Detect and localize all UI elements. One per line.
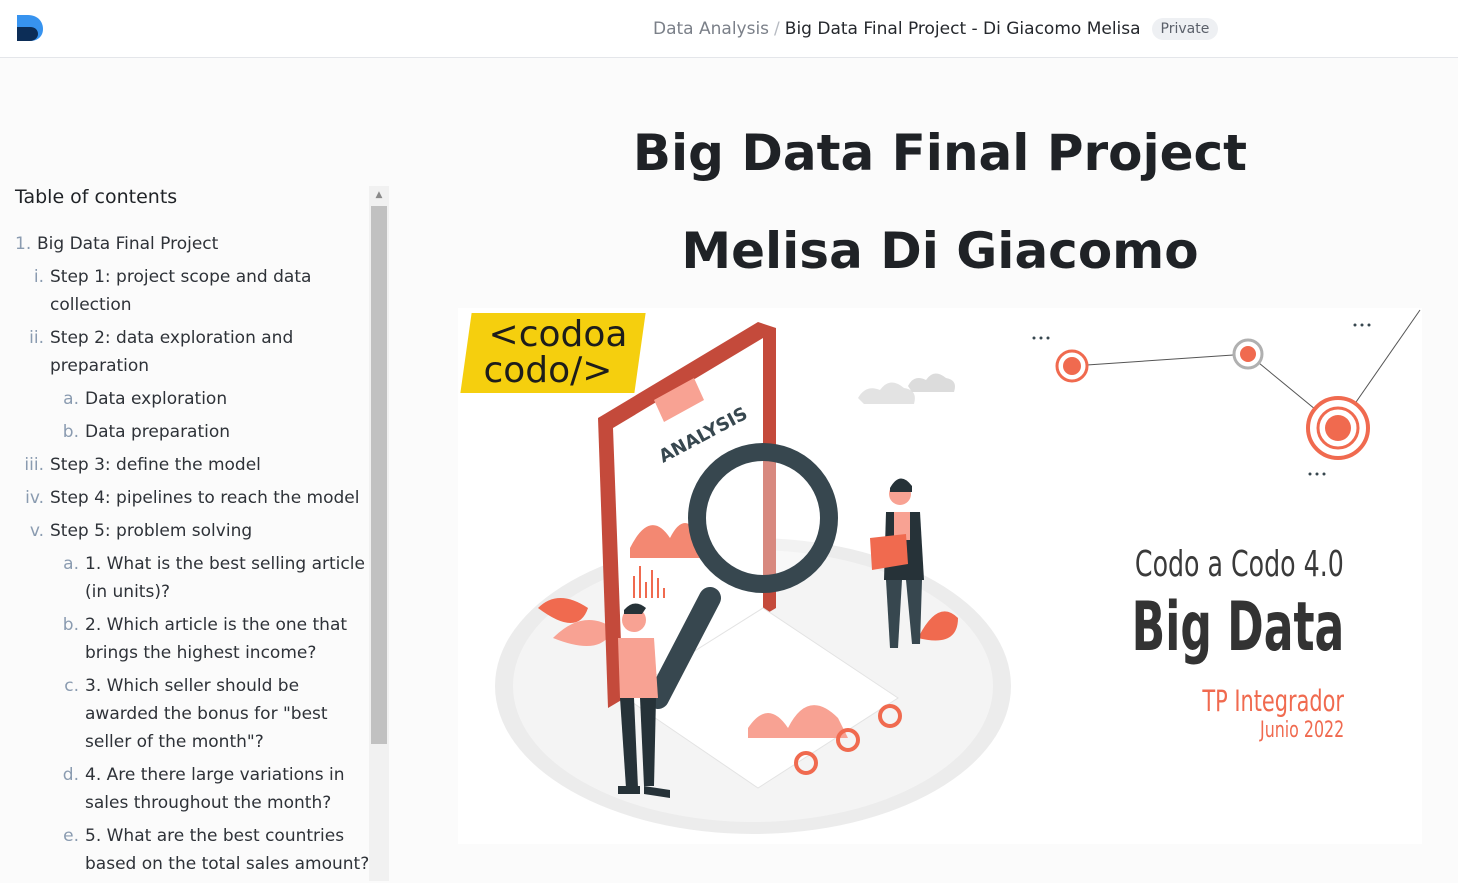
table-of-contents: Table of contents 1. Big Data Final Proje…	[15, 186, 375, 883]
toc-item-label: Step 3: define the model	[50, 455, 261, 475]
breadcrumb: Data Analysis / Big Data Final Project -…	[653, 0, 1219, 58]
toc-item[interactable]: i. Step 1: project scope and data collect…	[15, 263, 375, 319]
breadcrumb-parent-link[interactable]: Data Analysis	[653, 19, 769, 39]
toc-item[interactable]: e. 5. What are the best countries based o…	[15, 822, 375, 878]
toc-item[interactable]: iii. Step 3: define the model	[15, 451, 375, 479]
page-subtitle: Melisa Di Giacomo	[681, 222, 1199, 280]
codo-a-codo-logo: <codoa codo/>	[460, 313, 646, 393]
scroll-up-arrow-icon[interactable]: ▲	[369, 186, 389, 204]
course-track: Big Data	[1131, 588, 1344, 667]
course-date: Junio 2022	[1259, 718, 1344, 743]
toc-item-label: 2. Which article is the one that brings …	[85, 615, 348, 663]
logo-text-line1: <codoa	[488, 314, 628, 355]
toc-item[interactable]: a. Data exploration	[15, 385, 375, 413]
breadcrumb-separator: /	[774, 19, 780, 39]
toc-marker: d.	[62, 765, 79, 785]
toc-item-label: 1. What is the best selling article (in …	[85, 554, 365, 602]
page-title: Big Data Final Project	[632, 124, 1248, 182]
toc-item[interactable]: v. Step 5: problem solving	[15, 517, 375, 545]
visibility-badge[interactable]: Private	[1151, 18, 1219, 40]
toc-item-label: 3. Which seller should be awarded the bo…	[85, 676, 328, 752]
toc-item[interactable]: d. 4. Are there large variations in sales…	[15, 761, 375, 817]
toc-marker: ii.	[29, 328, 44, 348]
toc-item[interactable]: iv. Step 4: pipelines to reach the model	[15, 484, 375, 512]
toc-item[interactable]: b. Data preparation	[15, 418, 375, 446]
course-name: Codo a Codo 4.0	[1135, 544, 1344, 585]
toc-scrollbar[interactable]: ▲	[369, 186, 389, 881]
logo-text-line2: codo/>	[483, 350, 613, 391]
toc-item-label: Big Data Final Project	[37, 234, 219, 254]
toc-marker: iii.	[24, 455, 44, 475]
toc-marker: c.	[64, 676, 79, 696]
toc-list: 1. Big Data Final Project i. Step 1: proje…	[15, 230, 375, 878]
toc-title: Table of contents	[15, 186, 178, 208]
banner-image: ANALYSIS <codoa codo/> Codo a Codo 4.0 B…	[458, 308, 1422, 844]
toc-item-label: Step 1: project scope and data collectio…	[50, 267, 312, 315]
toc-marker: b.	[62, 615, 79, 635]
toc-item[interactable]: 1. Big Data Final Project	[15, 230, 375, 258]
toc-marker: iv.	[25, 488, 44, 508]
toc-marker: a.	[63, 554, 79, 574]
toc-item[interactable]: a. 1. What is the best selling article (i…	[15, 550, 375, 606]
breadcrumb-current-page[interactable]: Big Data Final Project - Di Giacomo Meli…	[785, 19, 1141, 39]
toc-item-label: Step 2: data exploration and preparation	[50, 328, 294, 376]
deepnote-logo-icon[interactable]	[14, 12, 46, 44]
toc-marker: 1.	[15, 234, 32, 254]
toc-item-label: 4. Are there large variations in sales t…	[85, 765, 345, 813]
toc-item-label: Data preparation	[85, 422, 231, 442]
toc-item[interactable]: b. 2. Which article is the one that bring…	[15, 611, 375, 667]
toc-item-label: Data exploration	[85, 389, 228, 409]
top-bar: Data Analysis / Big Data Final Project -…	[0, 0, 1458, 58]
toc-item-label: Step 5: problem solving	[50, 521, 253, 541]
course-project: TP Integrador	[1202, 684, 1344, 718]
toc-item-label: 5. What are the best countries based on …	[85, 826, 370, 874]
toc-marker: i.	[33, 267, 44, 287]
toc-marker: a.	[63, 389, 79, 409]
scrollbar-thumb[interactable]	[371, 206, 387, 744]
toc-item[interactable]: c. 3. Which seller should be awarded the …	[15, 672, 375, 756]
toc-marker: b.	[62, 422, 79, 442]
toc-item[interactable]: ii. Step 2: data exploration and preparat…	[15, 324, 375, 380]
toc-item-label: Step 4: pipelines to reach the model	[50, 488, 360, 508]
toc-marker: v.	[29, 521, 44, 541]
toc-marker: e.	[63, 826, 79, 846]
